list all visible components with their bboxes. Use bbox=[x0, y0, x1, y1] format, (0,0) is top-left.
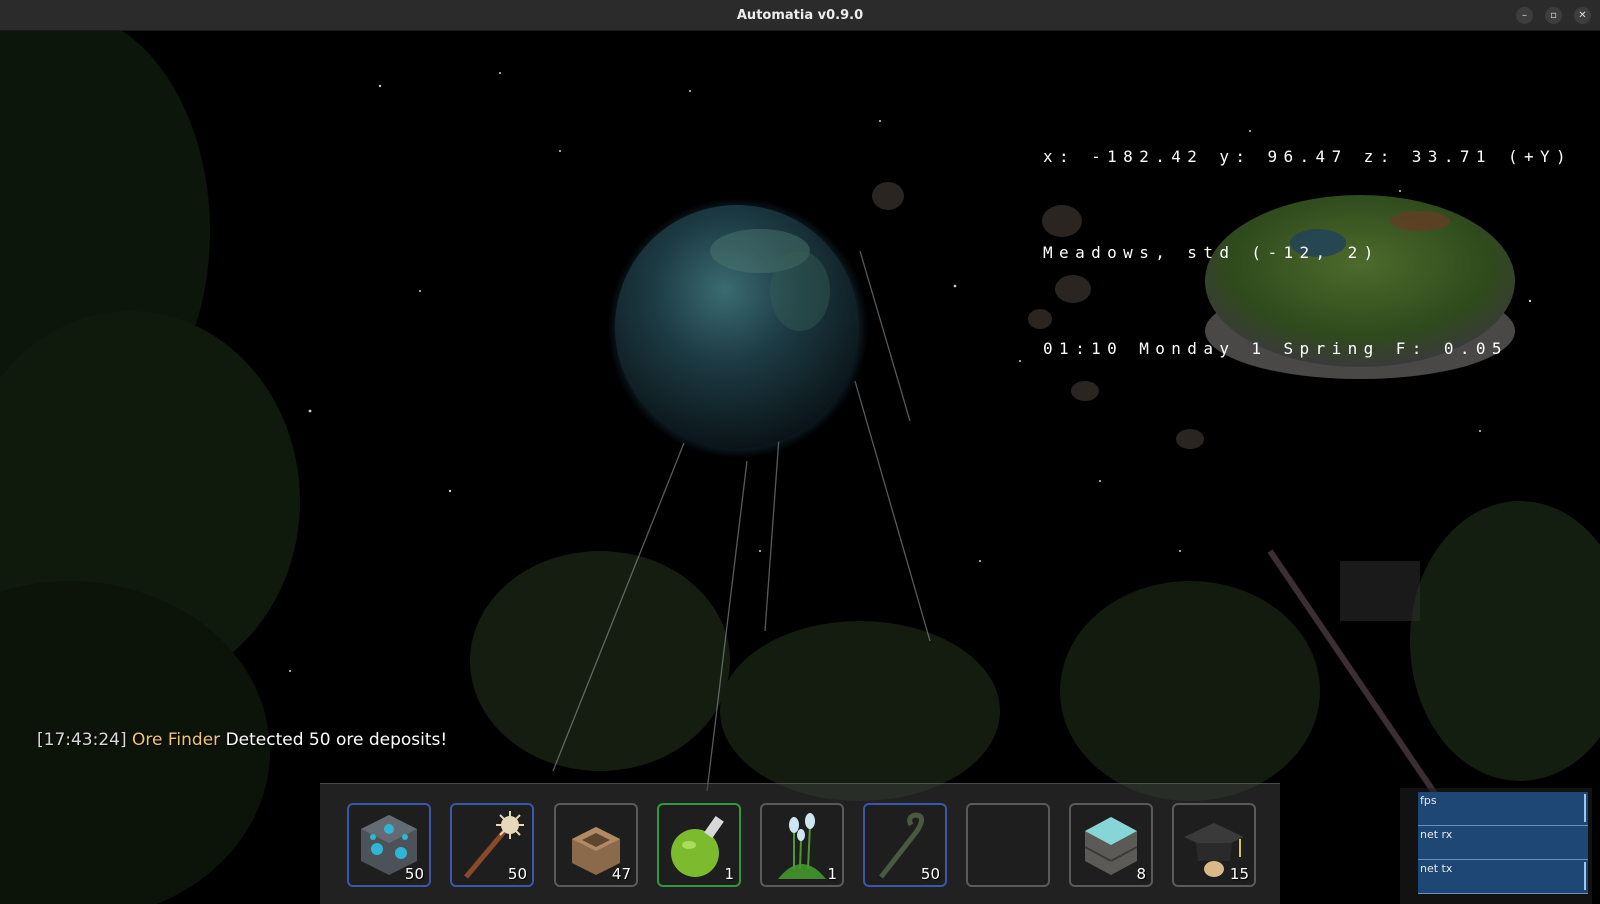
position-readout: x: -182.42 y: 96.47 z: 33.71 (+Y) bbox=[1043, 147, 1573, 166]
hotbar-slot-8[interactable]: 8 bbox=[1069, 803, 1153, 887]
slot-count: 1 bbox=[827, 865, 837, 883]
hotbar-slot-7[interactable] bbox=[966, 803, 1050, 887]
minimize-button[interactable]: – bbox=[1516, 7, 1533, 24]
crystal-block-icon bbox=[1084, 817, 1138, 875]
slot-count: 47 bbox=[611, 865, 631, 883]
net-tx-label: net tx bbox=[1420, 862, 1453, 875]
foliage-center-right bbox=[720, 621, 1000, 801]
white-flowers-icon bbox=[778, 813, 826, 879]
slot-count: 50 bbox=[507, 865, 527, 883]
foliage-right bbox=[1060, 581, 1320, 801]
fps-label: fps bbox=[1420, 794, 1437, 807]
game-viewport[interactable]: x: -182.42 y: 96.47 z: 33.71 (+Y) Meadow… bbox=[0, 31, 1600, 904]
slot-count: 50 bbox=[920, 865, 940, 883]
chat-source: Ore Finder bbox=[132, 730, 221, 750]
chat-text: Detected 50 ore deposits! bbox=[225, 730, 448, 750]
hotbar-slot-3[interactable]: 47 bbox=[554, 803, 638, 887]
net-rx-label: net rx bbox=[1420, 828, 1453, 841]
window-title: Automatia v0.9.0 bbox=[736, 7, 864, 23]
net-tx-graph: net tx bbox=[1418, 860, 1588, 894]
hotbar-slot-2[interactable]: 50 bbox=[450, 803, 534, 887]
hotbar-slot-5[interactable]: 1 bbox=[760, 803, 844, 887]
close-button[interactable]: ✕ bbox=[1574, 7, 1591, 24]
title-bar: Automatia v0.9.0 – ▫ ✕ bbox=[0, 0, 1600, 31]
slot-count: 50 bbox=[404, 865, 424, 883]
chat-message: [17:43:24] Ore Finder Detected 50 ore de… bbox=[37, 730, 447, 750]
biome-readout: Meadows, std (-12, 2) bbox=[1043, 243, 1380, 262]
slot-count: 15 bbox=[1229, 865, 1249, 883]
slot-count: 8 bbox=[1136, 865, 1146, 883]
hotbar-slot-4[interactable]: 1 bbox=[657, 803, 741, 887]
slot-count: 1 bbox=[724, 865, 734, 883]
maximize-button[interactable]: ▫ bbox=[1545, 7, 1562, 24]
foliage-far-right bbox=[1410, 501, 1600, 781]
performance-panel: fps net rx net tx bbox=[1400, 788, 1592, 904]
fps-graph: fps bbox=[1418, 792, 1588, 826]
time-readout: 01:10 Monday 1 Spring F: 0.05 bbox=[1043, 339, 1508, 358]
hotbar-slot-1[interactable]: 50 bbox=[347, 803, 431, 887]
green-potion-icon bbox=[671, 815, 724, 877]
hotbar-slot-9[interactable]: 15 bbox=[1172, 803, 1256, 887]
chat-timestamp: [17:43:24] bbox=[37, 730, 127, 750]
debug-coordinates: x: -182.42 y: 96.47 z: 33.71 (+Y) Meadow… bbox=[1043, 77, 1572, 429]
hotbar: 50 50 47 1 1 50 8 15 bbox=[320, 783, 1280, 904]
foliage-center-left bbox=[470, 551, 730, 771]
hotbar-slot-6[interactable]: 50 bbox=[863, 803, 947, 887]
net-rx-graph: net rx bbox=[1418, 826, 1588, 860]
